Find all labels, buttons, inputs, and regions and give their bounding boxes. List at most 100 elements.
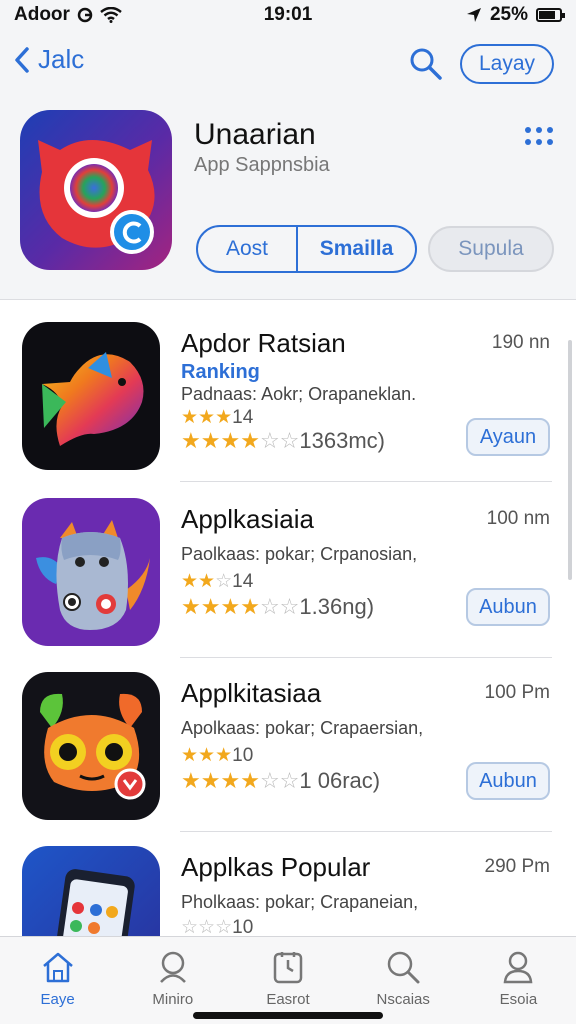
star-filled-icon: ★ — [240, 428, 260, 453]
big-rating-text: 1363mc) — [299, 428, 385, 453]
list-item[interactable]: Applkitasiaa 100 Pm Apolkaas: pokar; Cra… — [0, 656, 576, 832]
tab-esoia[interactable]: Esoia — [461, 937, 576, 1024]
small-rating-text: 14 — [232, 407, 254, 428]
small-rating-text: 14 — [232, 571, 254, 592]
app-time: 100 Pm — [484, 682, 550, 703]
search-icon — [387, 951, 420, 984]
app-name: Applkitasiaa — [181, 678, 322, 708]
home-indicator[interactable] — [193, 1012, 383, 1019]
profile-icon — [159, 951, 186, 983]
star-filled-icon: ★ — [181, 407, 199, 428]
segmented-control: Aost Smailla — [196, 225, 417, 273]
star-filled-icon: ★ — [198, 745, 216, 766]
app-tag: Ranking — [181, 361, 260, 383]
app-icon-fish — [22, 322, 160, 470]
star-filled-icon: ★ — [198, 571, 216, 592]
list-item[interactable]: Applkasiaia 100 nm Paolkaas: pokar; Crpa… — [0, 482, 576, 658]
big-rating-text: 1 06rac) — [299, 768, 381, 793]
scrollbar[interactable] — [568, 340, 572, 580]
header-area: Adoor 19:01 25% Jalc Layay Unaarian App … — [0, 0, 576, 300]
app-description: Apolkaas: pokar; Crapaersian, — [181, 718, 424, 738]
big-rating: ★★★★☆☆1.36ng) — [181, 594, 374, 620]
app-time: 190 nn — [491, 332, 550, 353]
rating-stars: ★★★ — [181, 745, 232, 766]
layay-button[interactable]: Layay — [460, 44, 554, 84]
tab-label: Easrot — [266, 991, 310, 1008]
small-rating-text: 10 — [232, 917, 254, 938]
status-bar: Adoor 19:01 25% — [0, 0, 576, 30]
tab-label: Miniro — [152, 991, 194, 1008]
rating-stars: ★★★★☆☆ — [181, 768, 299, 793]
star-filled-icon: ★ — [220, 768, 241, 793]
star-empty-icon: ☆ — [215, 917, 233, 938]
star-empty-icon: ☆ — [259, 594, 280, 619]
user-icon — [504, 951, 533, 984]
tab-label: Eaye — [40, 991, 75, 1008]
featured-app-icon[interactable] — [20, 110, 172, 270]
rating-stars: ★★★★☆☆ — [181, 594, 299, 619]
tab-label: Esoia — [499, 991, 538, 1008]
app-icon-monster — [22, 498, 160, 646]
tab-easrot[interactable]: Easrot — [230, 937, 345, 1024]
rating-stars: ☆☆☆ — [181, 917, 232, 938]
battery-percent: 25% — [489, 4, 528, 25]
fish-icon — [42, 352, 144, 446]
star-filled-icon: ★ — [181, 745, 199, 766]
get-button[interactable]: Aubun — [466, 588, 550, 626]
star-empty-icon: ☆ — [181, 917, 199, 938]
creature-icon — [40, 693, 146, 800]
big-rating-text: 1.36ng) — [299, 594, 375, 619]
search-icon — [410, 48, 442, 80]
more-options-button[interactable] — [520, 122, 560, 152]
home-icon — [42, 952, 73, 983]
app-description: Padnaas: Aokr; Orapaneklan. — [181, 384, 417, 404]
star-filled-icon: ★ — [240, 768, 260, 793]
star-filled-icon: ★ — [181, 768, 201, 793]
rating-stars: ★★★ — [181, 407, 232, 428]
segment-smailla[interactable]: Smailla — [298, 227, 415, 271]
app-name: Apdor Ratsian — [181, 328, 346, 358]
dots-grid-icon — [525, 127, 553, 145]
rating-stars: ★★★★☆☆ — [181, 428, 299, 453]
app-name: Applkas Popular — [181, 852, 371, 882]
big-rating: ★★★★☆☆1 06rac) — [181, 768, 380, 794]
app-time: 100 nm — [486, 508, 550, 529]
search-button[interactable] — [408, 46, 444, 82]
star-filled-icon: ★ — [200, 768, 221, 793]
star-empty-icon: ☆ — [279, 594, 300, 619]
star-filled-icon: ★ — [181, 571, 199, 592]
clock-icon — [273, 952, 303, 984]
star-filled-icon: ★ — [215, 745, 233, 766]
tab-bar: Eaye Miniro Easrot Nscaias Esoia — [0, 936, 576, 1024]
tab-label: Nscaias — [376, 991, 430, 1008]
star-filled-icon: ★ — [200, 428, 221, 453]
small-rating: ★★☆14 — [181, 570, 253, 593]
status-right: 25% — [466, 4, 565, 26]
star-empty-icon: ☆ — [279, 768, 300, 793]
star-empty-icon: ☆ — [259, 428, 280, 453]
small-rating: ★★★14 — [181, 406, 253, 429]
back-label: Jalc — [38, 44, 85, 74]
app-name: Applkasiaia — [181, 504, 314, 534]
get-button[interactable]: Aubun — [466, 762, 550, 800]
segment-aost[interactable]: Aost — [198, 227, 298, 271]
star-filled-icon: ★ — [181, 594, 201, 619]
list-item[interactable]: Apdor Ratsian 190 nn Ranking Padnaas: Ao… — [0, 306, 576, 482]
tab-nscaias[interactable]: Nscaias — [346, 937, 461, 1024]
star-filled-icon: ★ — [198, 407, 216, 428]
get-button[interactable]: Ayaun — [466, 418, 550, 456]
app-time: 290 Pm — [484, 856, 550, 877]
small-rating-text: 10 — [232, 745, 254, 766]
battery-icon — [536, 8, 565, 22]
tab-eaye[interactable]: Eaye — [0, 937, 115, 1024]
camera-lens-icon — [38, 140, 155, 254]
app-description: Paolkaas: pokar; Crpanosian, — [181, 544, 418, 564]
featured-app-subtitle: App Sappnsbia — [194, 154, 330, 176]
monster-icon — [36, 520, 150, 630]
app-icon-creature — [22, 672, 160, 820]
featured-app-title: Unaarian — [194, 118, 316, 151]
tab-miniro[interactable]: Miniro — [115, 937, 230, 1024]
back-button[interactable]: Jalc — [14, 44, 84, 75]
supula-button[interactable]: Supula — [428, 226, 554, 272]
small-rating: ★★★10 — [181, 744, 253, 767]
